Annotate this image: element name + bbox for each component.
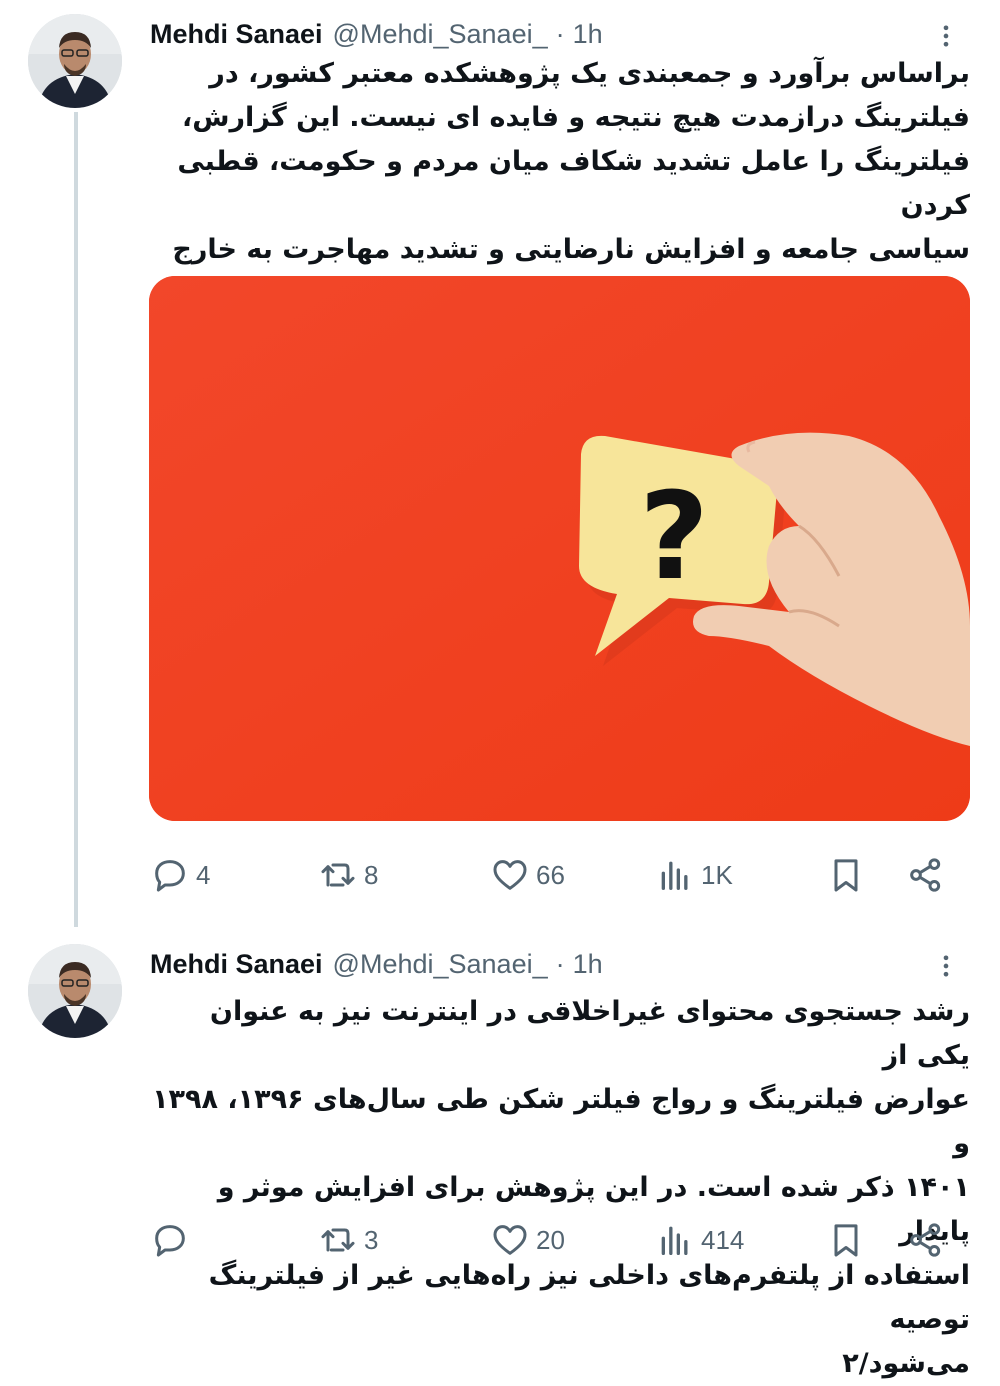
repost-icon xyxy=(321,863,355,887)
views-count: 1K xyxy=(701,859,733,890)
tweet-actions: 4 8 66 1K xyxy=(150,850,950,900)
author-handle[interactable]: @Mehdi_Sanaei_ xyxy=(333,949,548,980)
tweet-2[interactable]: Mehdi Sanaei @Mehdi_Sanaei_ · 1h رشد جست… xyxy=(0,930,1000,1379)
question-mark-symbol: ? xyxy=(639,468,709,607)
like-button[interactable]: 66 xyxy=(490,855,565,895)
reply-button[interactable]: 4 xyxy=(150,855,210,895)
heart-icon xyxy=(493,860,527,890)
share-icon xyxy=(910,858,941,892)
bookmark-icon xyxy=(834,1224,858,1257)
more-options-icon[interactable] xyxy=(932,22,960,50)
reply-icon xyxy=(155,1225,185,1257)
tweet-media-image[interactable]: ? xyxy=(149,276,970,821)
heart-icon xyxy=(493,1225,527,1255)
timestamp[interactable]: 1h xyxy=(573,19,603,50)
analytics-icon xyxy=(661,1226,688,1255)
author-name[interactable]: Mehdi Sanaei xyxy=(150,19,323,50)
views-button[interactable]: 414 xyxy=(655,1220,744,1260)
author-handle[interactable]: @Mehdi_Sanaei_ xyxy=(333,19,548,50)
tweet-1[interactable]: Mehdi Sanaei @Mehdi_Sanaei_ · 1h براساس … xyxy=(0,0,1000,920)
bookmark-button[interactable] xyxy=(826,1220,866,1260)
share-button[interactable] xyxy=(906,855,946,895)
analytics-icon xyxy=(661,861,688,890)
views-count: 414 xyxy=(701,1224,745,1255)
repost-icon xyxy=(321,1228,355,1252)
avatar[interactable] xyxy=(28,14,122,108)
repost-count: 8 xyxy=(364,859,379,890)
author-name[interactable]: Mehdi Sanaei xyxy=(150,949,323,980)
like-count: 20 xyxy=(536,1224,565,1255)
share-button[interactable] xyxy=(906,1220,946,1260)
tweet-header: Mehdi Sanaei @Mehdi_Sanaei_ · 1h xyxy=(150,14,603,54)
reply-count: 4 xyxy=(196,859,211,890)
bookmark-button[interactable] xyxy=(826,855,866,895)
share-icon xyxy=(910,1223,941,1257)
tweet-actions: 3 20 414 xyxy=(150,1215,950,1265)
repost-count: 3 xyxy=(364,1224,379,1255)
views-button[interactable]: 1K xyxy=(655,855,733,895)
more-options-icon[interactable] xyxy=(932,952,960,980)
separator: · xyxy=(555,948,565,979)
separator: · xyxy=(555,18,565,49)
like-button[interactable]: 20 xyxy=(490,1220,565,1260)
repost-button[interactable]: 3 xyxy=(318,1220,378,1260)
repost-button[interactable]: 8 xyxy=(318,855,378,895)
avatar[interactable] xyxy=(28,944,122,1038)
timestamp[interactable]: 1h xyxy=(573,949,603,980)
like-count: 66 xyxy=(536,859,565,890)
question-bubble-illustration: ? xyxy=(149,276,970,821)
reply-button[interactable] xyxy=(150,1220,196,1260)
tweet-header: Mehdi Sanaei @Mehdi_Sanaei_ · 1h xyxy=(150,944,603,984)
bookmark-icon xyxy=(834,859,858,892)
tweet-text: رشد جستجوی محتوای غیراخلاقی در اینترنت ن… xyxy=(152,996,970,1379)
reply-icon xyxy=(155,860,185,892)
